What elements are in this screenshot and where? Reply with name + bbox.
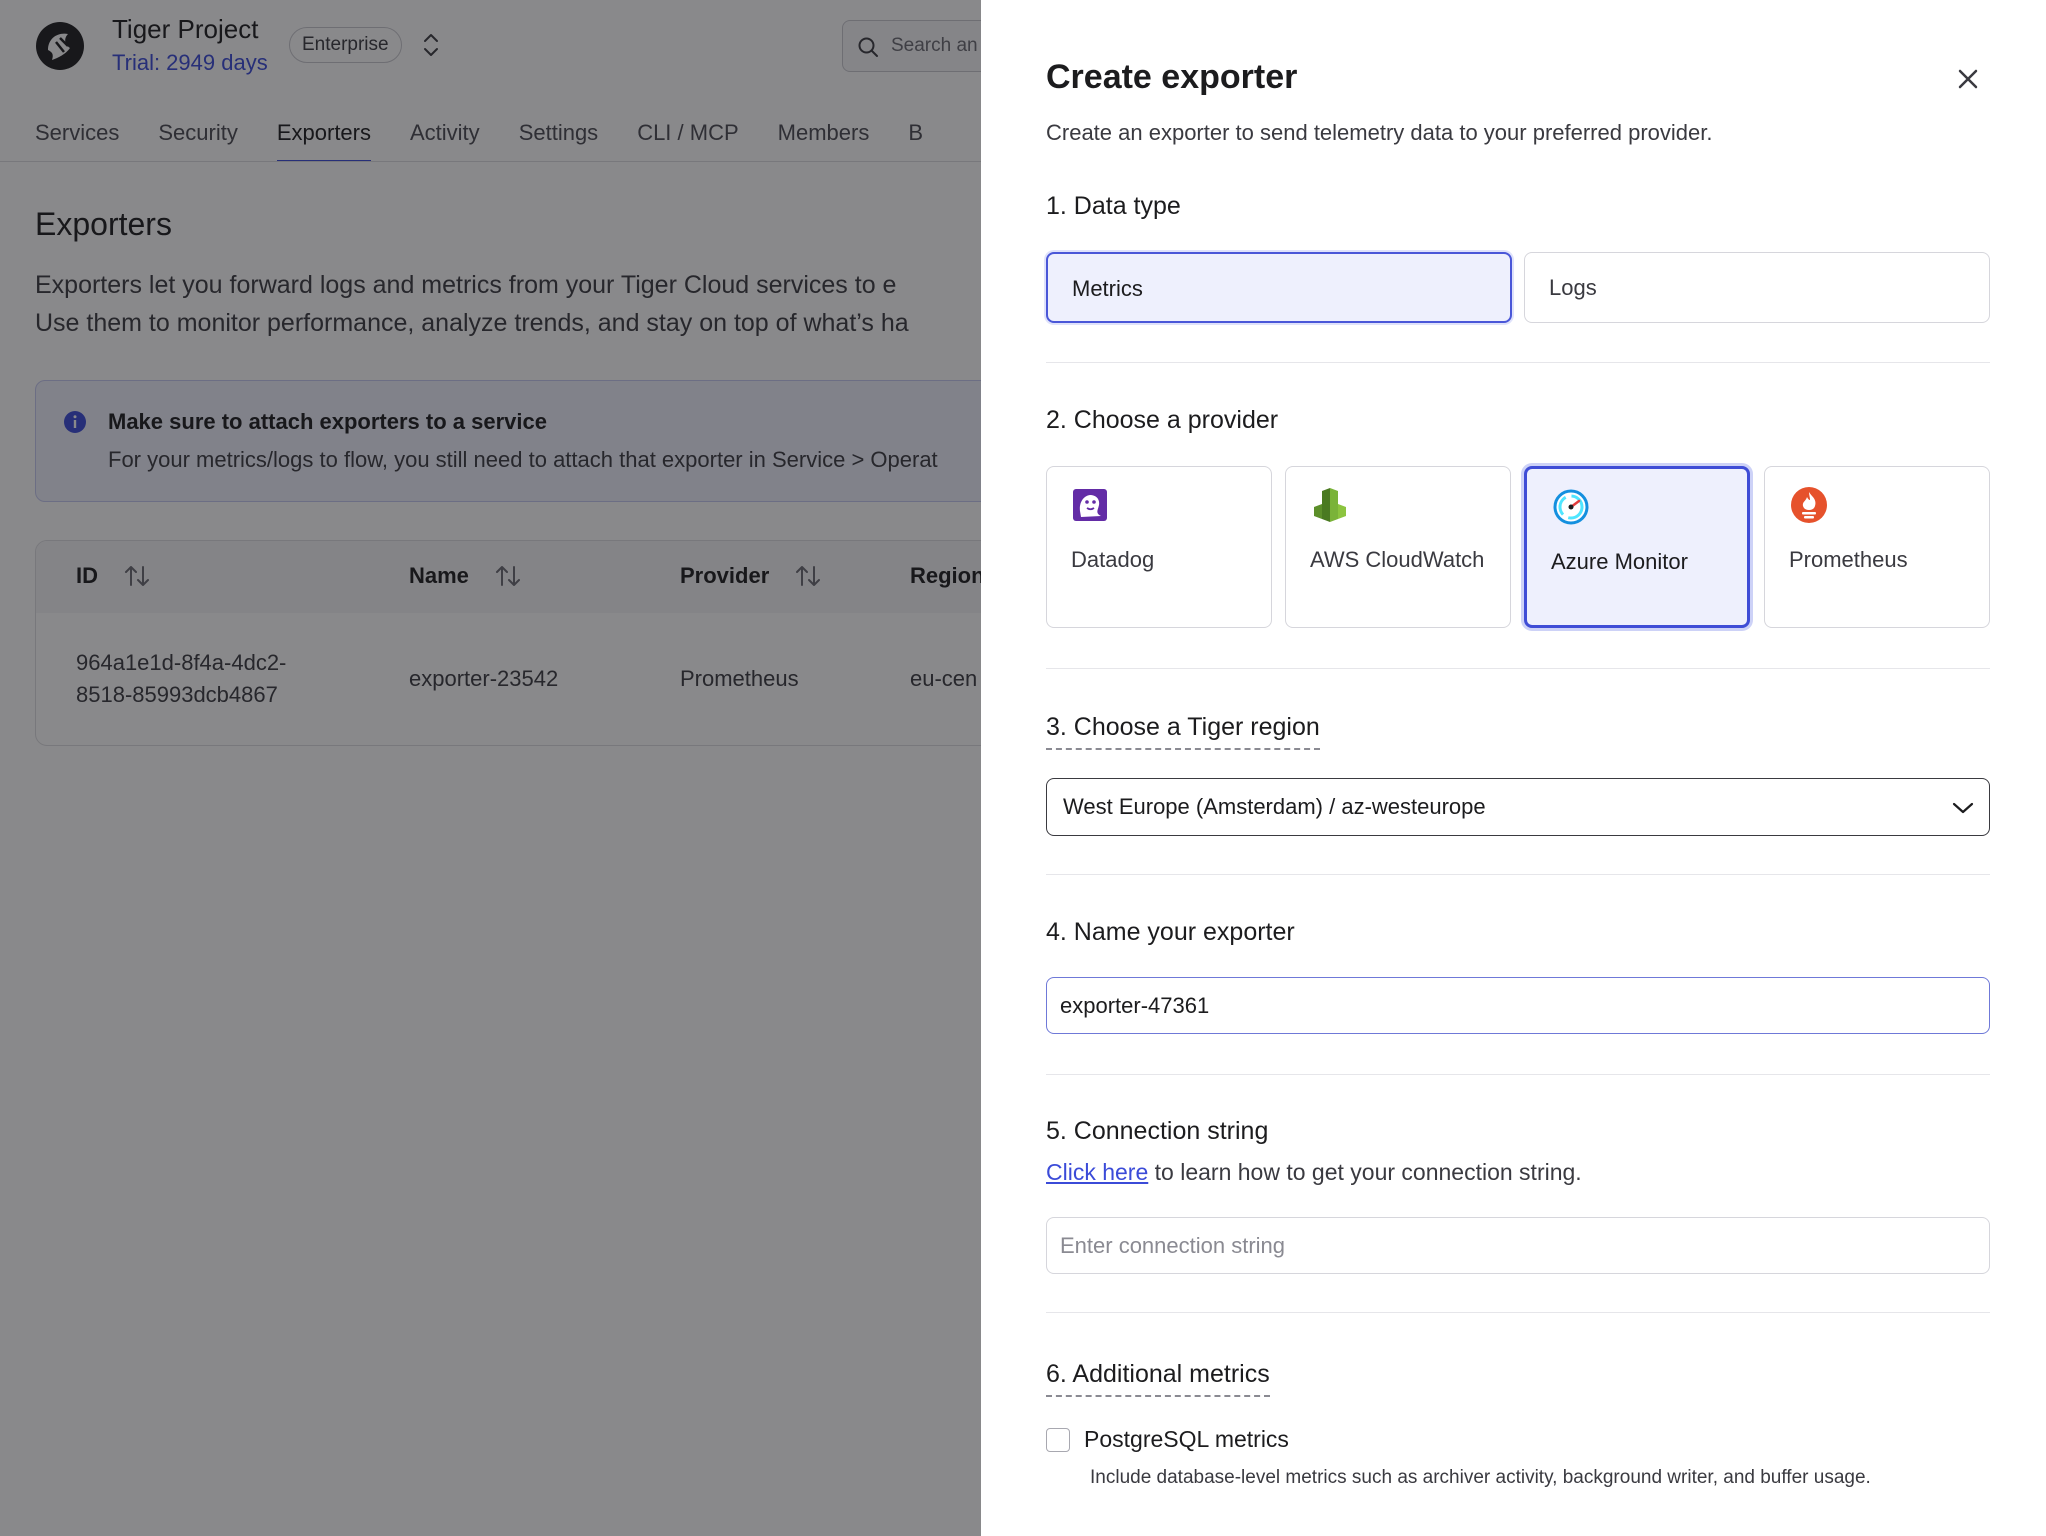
drawer-subtitle: Create an exporter to send telemetry dat…: [1046, 120, 1713, 145]
create-exporter-drawer: Create exporter Create an exporter to se…: [981, 0, 2046, 1536]
postgresql-metrics-description: Include database-level metrics such as a…: [1090, 1467, 1871, 1488]
postgresql-metrics-label[interactable]: PostgreSQL metrics: [1084, 1426, 1289, 1453]
data-type-logs-option[interactable]: Logs: [1524, 252, 1990, 323]
provider-card-azure-monitor[interactable]: Azure Monitor: [1524, 466, 1750, 628]
section-label-name: 4. Name your exporter: [1046, 918, 1295, 946]
section-label-data-type: 1. Data type: [1046, 192, 1181, 220]
prometheus-icon: [1791, 487, 1827, 523]
section-label-connection: 5. Connection string: [1046, 1117, 1269, 1145]
datadog-icon: [1073, 489, 1107, 521]
divider: [1046, 362, 1990, 363]
connection-help-link[interactable]: Click here: [1046, 1159, 1148, 1185]
divider: [1046, 1074, 1990, 1075]
section-label-provider: 2. Choose a provider: [1046, 406, 1279, 434]
provider-name-prometheus: Prometheus: [1789, 547, 1908, 572]
provider-name-aws-cloudwatch: AWS CloudWatch: [1310, 547, 1485, 572]
provider-name-azure-monitor: Azure Monitor: [1551, 549, 1688, 574]
region-select-value: West Europe (Amsterdam) / az-westeurope: [1063, 794, 1486, 819]
provider-card-aws-cloudwatch[interactable]: AWS CloudWatch: [1285, 466, 1511, 628]
chevron-down-icon: [1952, 802, 1974, 814]
postgresql-metrics-checkbox[interactable]: [1046, 1428, 1070, 1452]
data-type-metrics-option[interactable]: Metrics: [1046, 252, 1512, 323]
divider: [1046, 1312, 1990, 1313]
divider: [1046, 874, 1990, 875]
exporter-name-input[interactable]: [1046, 977, 1990, 1034]
connection-string-input[interactable]: [1046, 1217, 1990, 1274]
provider-card-prometheus[interactable]: Prometheus: [1764, 466, 1990, 628]
close-icon[interactable]: [1951, 62, 1985, 96]
provider-card-datadog[interactable]: Datadog: [1046, 466, 1272, 628]
connection-help-text: Click here to learn how to get your conn…: [1046, 1159, 1582, 1186]
divider: [1046, 668, 1990, 669]
provider-name-datadog: Datadog: [1071, 547, 1155, 572]
aws-cloudwatch-icon: [1314, 488, 1346, 522]
section-label-region[interactable]: 3. Choose a Tiger region: [1046, 713, 1320, 750]
connection-help-suffix: to learn how to get your connection stri…: [1148, 1159, 1582, 1185]
region-select[interactable]: West Europe (Amsterdam) / az-westeurope: [1046, 778, 1990, 836]
drawer-title: Create exporter: [1046, 58, 1298, 96]
azure-monitor-icon: [1553, 489, 1589, 525]
section-label-additional-metrics[interactable]: 6. Additional metrics: [1046, 1360, 1270, 1397]
